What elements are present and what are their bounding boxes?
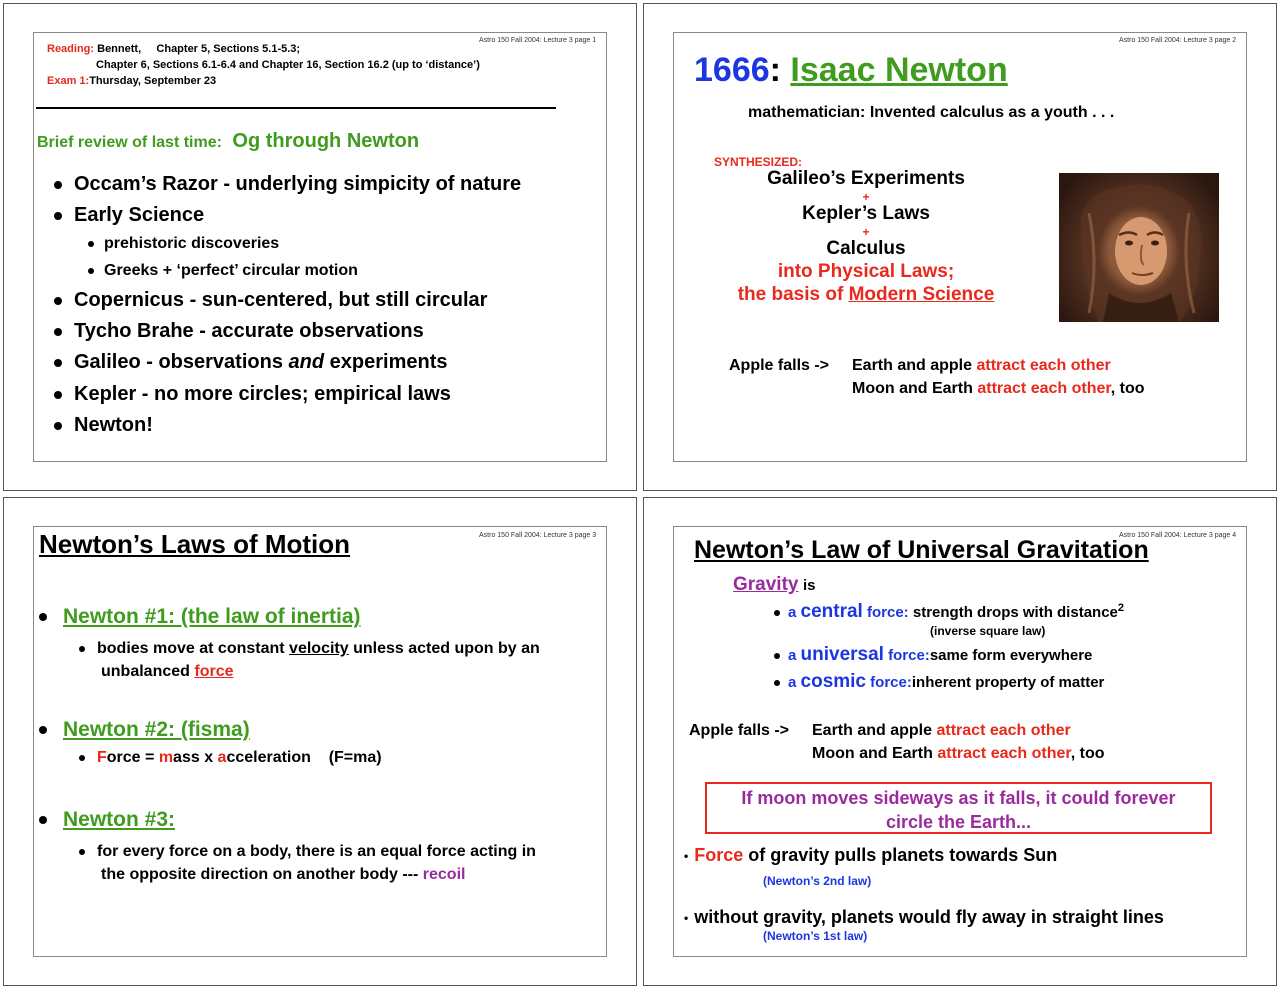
bullet-icon: • bbox=[684, 849, 689, 864]
law-heading-1: Newton #1: (the law of inertia) bbox=[39, 605, 361, 629]
law-heading-3: Newton #3: bbox=[39, 808, 175, 832]
bullet-icon bbox=[774, 653, 780, 660]
review-heading: Brief review of last time: Og through Ne… bbox=[37, 130, 420, 152]
list-item: Newton! bbox=[54, 414, 153, 437]
bullet-icon bbox=[39, 816, 47, 825]
list-item: Early Science bbox=[54, 204, 204, 227]
newton-portrait bbox=[1059, 173, 1219, 322]
gravity-item-central: a central force: strength drops with dis… bbox=[774, 601, 1124, 623]
bullet-icon bbox=[88, 267, 94, 274]
page-footer: Astro 150 Fall 2004: Lecture 3 page 2 bbox=[1119, 37, 1237, 44]
inverse-square-note: (inverse square law) bbox=[930, 624, 1046, 638]
synth-label: SYNTHESIZED: bbox=[714, 155, 803, 169]
bullet-icon bbox=[79, 848, 85, 855]
bullet-force-note: (Newton’s 2nd law) bbox=[763, 874, 872, 888]
list-item: Copernicus - sun-centered, but still cir… bbox=[54, 289, 487, 312]
slide-title: Newton’s Law of Universal Gravitation bbox=[694, 536, 1149, 564]
apple-line-1: Earth and apple attract each other bbox=[852, 357, 1111, 374]
bullet-icon: • bbox=[684, 911, 689, 926]
reading-line-2: Chapter 6, Sections 6.1-6.4 and Chapter … bbox=[96, 59, 480, 71]
list-subitem: Greeks + ‘perfect’ circular motion bbox=[88, 262, 358, 280]
law-text-1: bodies move at constant velocity unless … bbox=[79, 637, 540, 683]
bullet-icon bbox=[54, 390, 62, 399]
bullet-icon bbox=[54, 180, 62, 189]
exam-line: Exam 1:Thursday, September 23 bbox=[47, 75, 217, 87]
slide-title: Newton’s Laws of Motion bbox=[39, 529, 351, 559]
slide-title: 1666: Isaac Newton bbox=[694, 51, 1008, 89]
bullet-no-gravity: • without gravity, planets would fly away… bbox=[684, 907, 1164, 927]
slide-1: Astro 150 Fall 2004: Lecture 3 page 1 Re… bbox=[33, 32, 607, 462]
gravity-heading: Gravity is bbox=[733, 574, 816, 595]
page-footer: Astro 150 Fall 2004: Lecture 3 page 1 bbox=[479, 37, 597, 44]
gravity-item-cosmic: a cosmic force:inherent property of matt… bbox=[774, 671, 1104, 693]
subtitle: mathematician: Invented calculus as a yo… bbox=[748, 104, 1115, 121]
bullet-no-gravity-note: (Newton’s 1st law) bbox=[763, 929, 868, 943]
gravity-item-universal: a universal force:same form everywhere bbox=[774, 644, 1092, 666]
list-item: Occam’s Razor - underlying simpicity of … bbox=[54, 173, 521, 196]
bullet-icon bbox=[774, 680, 780, 687]
law-text-2: Force = mass x acceleration (F=ma) bbox=[79, 749, 382, 767]
bullet-icon bbox=[54, 296, 62, 305]
bullet-icon bbox=[54, 358, 62, 367]
reading-line: Reading: Bennett, Chapter 5, Sections 5.… bbox=[47, 43, 301, 55]
bullet-icon bbox=[79, 645, 85, 652]
bullet-icon bbox=[774, 610, 780, 617]
list-item: Tycho Brahe - accurate observations bbox=[54, 320, 424, 343]
slide-4: Astro 150 Fall 2004: Lecture 3 page 4 Ne… bbox=[673, 526, 1247, 957]
apple-line-1: Earth and apple attract each other bbox=[812, 722, 1071, 739]
apple-label: Apple falls -> bbox=[689, 722, 790, 739]
page-footer: Astro 150 Fall 2004: Lecture 3 page 3 bbox=[479, 532, 597, 539]
law-heading-2: Newton #2: (fisma) bbox=[39, 718, 250, 742]
bullet-icon bbox=[88, 240, 94, 247]
bullet-icon bbox=[39, 726, 47, 735]
slide-2: Astro 150 Fall 2004: Lecture 3 page 2 16… bbox=[673, 32, 1247, 462]
bullet-icon bbox=[54, 211, 62, 220]
synth-block: Galileo’s Experiments + Kepler’s Laws + … bbox=[716, 169, 1016, 304]
portrait-illustration bbox=[1080, 184, 1202, 322]
bullet-icon bbox=[39, 613, 47, 622]
list-item: Kepler - no more circles; empirical laws bbox=[54, 383, 451, 406]
list-item: Galileo - observations and experiments bbox=[54, 351, 447, 374]
slide-3: Astro 150 Fall 2004: Lecture 3 page 3 Ne… bbox=[33, 526, 607, 957]
bullet-icon bbox=[54, 327, 62, 336]
list-subitem: prehistoric discoveries bbox=[88, 235, 279, 253]
law-text-3: for every force on a body, there is an e… bbox=[79, 840, 536, 886]
basis-line: the basis of Modern Science bbox=[737, 284, 995, 305]
bullet-icon bbox=[54, 421, 62, 430]
bullet-force: • Force of gravity pulls planets towards … bbox=[684, 845, 1058, 865]
apple-label: Apple falls -> bbox=[729, 357, 830, 374]
bullet-icon bbox=[79, 754, 85, 761]
moon-callout-box: If moon moves sideways as it falls, it c… bbox=[705, 782, 1212, 834]
apple-line-2: Moon and Earth attract each other, too bbox=[812, 745, 1105, 762]
divider bbox=[36, 107, 556, 109]
apple-line-2: Moon and Earth attract each other, too bbox=[852, 380, 1145, 397]
